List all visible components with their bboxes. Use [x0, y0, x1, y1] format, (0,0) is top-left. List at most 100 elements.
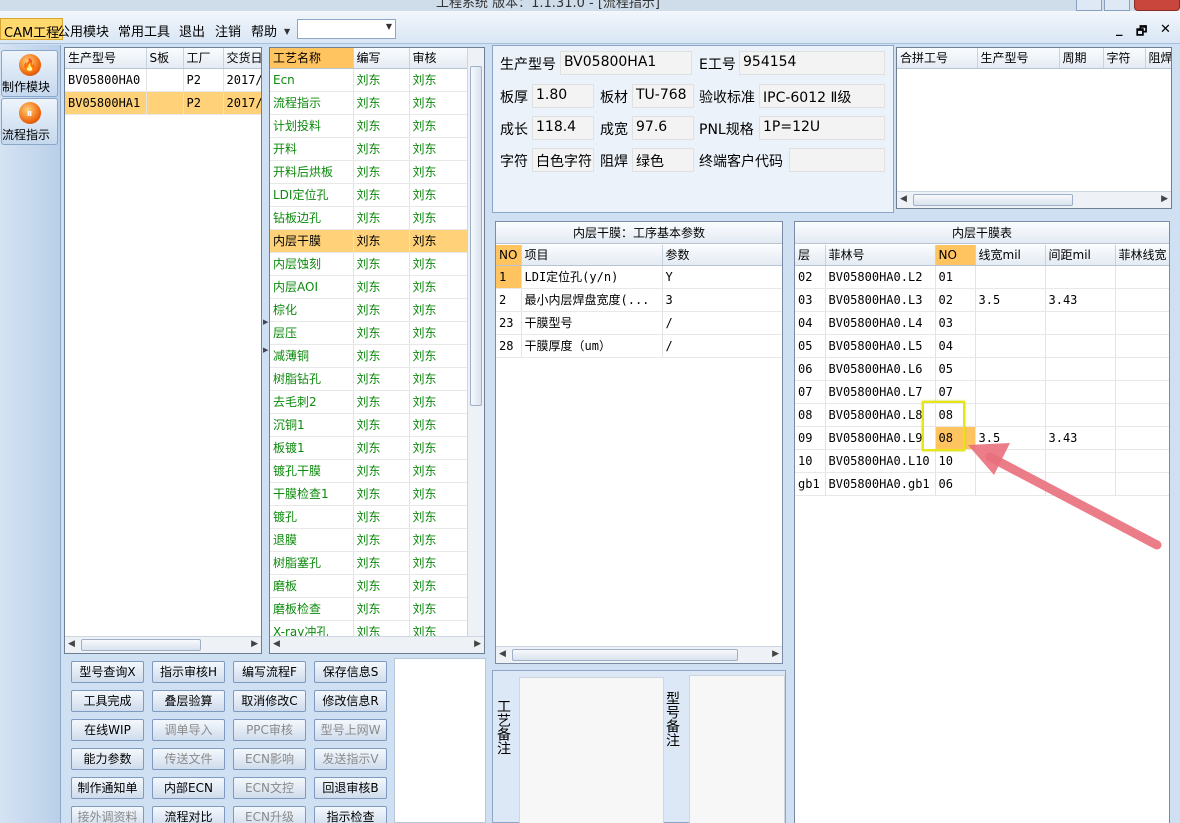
table-row[interactable]: 退膜 刘东 刘东	[270, 528, 468, 552]
table-row[interactable]: 内层AOI 刘东 刘东	[270, 275, 468, 299]
table-row[interactable]: 沉铜1 刘东 刘东	[270, 413, 468, 437]
col-header[interactable]: 间距mil	[1045, 245, 1116, 266]
length-field[interactable]: 118.4	[532, 116, 594, 140]
action-button-20[interactable]: 回退审核B	[314, 777, 387, 799]
table-row[interactable]: 计划投料 刘东 刘东	[270, 114, 468, 138]
table-row[interactable]: Ecn 刘东 刘东	[270, 68, 468, 92]
action-button-9[interactable]: 在线WIP	[71, 719, 144, 741]
table-row[interactable]: 层压 刘东 刘东	[270, 321, 468, 345]
max-button-partial[interactable]	[1076, 0, 1102, 11]
table-row[interactable]: 流程指示 刘东 刘东	[270, 91, 468, 115]
help-dropdown-icon[interactable]: ▼	[284, 27, 294, 37]
min-button-partial[interactable]	[1104, 0, 1130, 11]
action-button-17[interactable]: 制作通知单	[71, 777, 144, 799]
menu-common-modules[interactable]: 公用模块	[57, 21, 109, 40]
table-row[interactable]: 05 BV05800HA0.L5 04	[795, 334, 1169, 358]
menu-help[interactable]: 帮助	[251, 21, 277, 40]
scroll-right-icon[interactable]: ▶	[474, 639, 481, 649]
restore-icon[interactable]: 🗗	[1136, 22, 1147, 43]
menu-cam[interactable]: CAM工程	[0, 18, 64, 41]
col-header[interactable]: NO	[496, 245, 522, 266]
action-button-13[interactable]: 能力参数	[71, 748, 144, 770]
action-button-10[interactable]: 调单导入	[152, 719, 225, 741]
action-button-8[interactable]: 修改信息R	[314, 690, 387, 712]
action-button-16[interactable]: 发送指示V	[314, 748, 387, 770]
action-button-19[interactable]: ECN文控	[233, 777, 306, 799]
action-button-5[interactable]: 工具完成	[71, 690, 144, 712]
table-row[interactable]: 07 BV05800HA0.L7 07	[795, 380, 1169, 404]
col-header[interactable]: NO	[935, 245, 976, 266]
col-header[interactable]: 菲林线宽	[1115, 245, 1169, 266]
minimize-icon[interactable]: _	[1116, 22, 1123, 37]
thickness-field[interactable]: 1.80	[532, 84, 594, 108]
table-row-selected[interactable]: 内层干膜 刘东 刘东	[270, 229, 468, 253]
table-row[interactable]: 去毛刺2 刘东 刘东	[270, 390, 468, 414]
col-header[interactable]: S板	[146, 48, 184, 69]
material-field[interactable]: TU-768	[632, 84, 694, 108]
action-button-6[interactable]: 叠层验算	[152, 690, 225, 712]
table-row[interactable]: 内层蚀刻 刘东 刘东	[270, 252, 468, 276]
action-button-2[interactable]: 指示审核H	[152, 661, 225, 683]
menu-logout[interactable]: 注销	[215, 21, 241, 40]
table-row[interactable]: 树脂钻孔 刘东 刘东	[270, 367, 468, 391]
col-header[interactable]: 生产型号	[977, 48, 1060, 69]
col-header[interactable]: 交货日	[223, 48, 261, 69]
table-row[interactable]: 08 BV05800HA0.L8 08	[795, 403, 1169, 427]
col-header[interactable]: 周期	[1059, 48, 1104, 69]
table-row[interactable]: 镀孔 刘东 刘东	[270, 505, 468, 529]
col-header[interactable]: 项目	[521, 245, 663, 266]
table-row[interactable]: 镀孔干膜 刘东 刘东	[270, 459, 468, 483]
col-header[interactable]: 阻焊	[1145, 48, 1171, 69]
table-row[interactable]: 开料 刘东 刘东	[270, 137, 468, 161]
char-field[interactable]: 白色字符	[532, 148, 594, 172]
action-button-4[interactable]: 保存信息S	[314, 661, 387, 683]
col-header[interactable]: 生产型号	[65, 48, 147, 69]
table-row[interactable]: 干膜检查1 刘东 刘东	[270, 482, 468, 506]
close-button-partial[interactable]	[1134, 0, 1180, 11]
model-note-field[interactable]	[689, 675, 785, 823]
action-button-21[interactable]: 接外调资料	[71, 806, 144, 823]
scroll-left-icon[interactable]: ◀	[499, 649, 506, 659]
col-header[interactable]: 合拼工号	[897, 48, 978, 69]
action-button-18[interactable]: 内部ECN	[152, 777, 225, 799]
action-button-23[interactable]: ECN升级	[233, 806, 306, 823]
nav-process-instruction[interactable]: ⏸ 流程指示	[1, 98, 58, 145]
customer-field[interactable]	[789, 148, 885, 172]
scroll-right-icon[interactable]: ▶	[772, 649, 779, 659]
model-hscrollbar[interactable]: ◀ ▶	[65, 636, 261, 653]
col-header[interactable]: 层	[795, 245, 826, 266]
table-row[interactable]: 减薄铜 刘东 刘东	[270, 344, 468, 368]
scroll-thumb[interactable]	[512, 649, 738, 661]
menu-combo-select[interactable]: ▼	[297, 19, 396, 39]
standard-field[interactable]: IPC-6012 Ⅱ级	[759, 84, 885, 108]
table-row[interactable]: 树脂塞孔 刘东 刘东	[270, 551, 468, 575]
col-header[interactable]: 工艺名称	[270, 48, 354, 69]
scroll-left-icon[interactable]: ◀	[900, 194, 907, 204]
action-button-24[interactable]: 指示检查	[314, 806, 387, 823]
table-row[interactable]: 开料后烘板 刘东 刘东	[270, 160, 468, 184]
table-row[interactable]: 02 BV05800HA0.L2 01	[795, 265, 1169, 289]
col-header[interactable]: 字符	[1103, 48, 1146, 69]
table-row[interactable]: BV05800HA0 P2 2017/	[65, 68, 261, 92]
scroll-right-icon[interactable]: ▶	[251, 639, 258, 649]
width-field[interactable]: 97.6	[632, 116, 694, 140]
close-icon[interactable]: ✕	[1160, 22, 1171, 37]
pnl-field[interactable]: 1P=12U	[759, 116, 885, 140]
table-row[interactable]: LDI定位孔 刘东 刘东	[270, 183, 468, 207]
col-header[interactable]: 编写	[353, 48, 410, 69]
table-row[interactable]: 28 干膜厚度（um） /	[496, 334, 782, 358]
scroll-right-icon[interactable]: ▶	[1161, 194, 1168, 204]
nav-production-module[interactable]: 🔥 制作模块	[1, 50, 58, 97]
action-button-12[interactable]: 型号上网W	[314, 719, 387, 741]
mask-field[interactable]: 绿色	[632, 148, 694, 172]
action-button-1[interactable]: 型号查询X	[71, 661, 144, 683]
table-row[interactable]: 04 BV05800HA0.L4 03	[795, 311, 1169, 335]
table-row[interactable]: 磨板检查 刘东 刘东	[270, 597, 468, 621]
scroll-left-icon[interactable]: ◀	[68, 639, 75, 649]
splitter-arrow-icon[interactable]: ▶	[263, 318, 268, 326]
scroll-thumb[interactable]	[81, 639, 201, 651]
action-button-14[interactable]: 传送文件	[152, 748, 225, 770]
e-no-field[interactable]: 954154	[739, 51, 885, 75]
table-row-selected[interactable]: BV05800HA1 P2 2017/	[65, 91, 261, 115]
params-hscrollbar[interactable]: ◀ ▶	[496, 646, 782, 663]
